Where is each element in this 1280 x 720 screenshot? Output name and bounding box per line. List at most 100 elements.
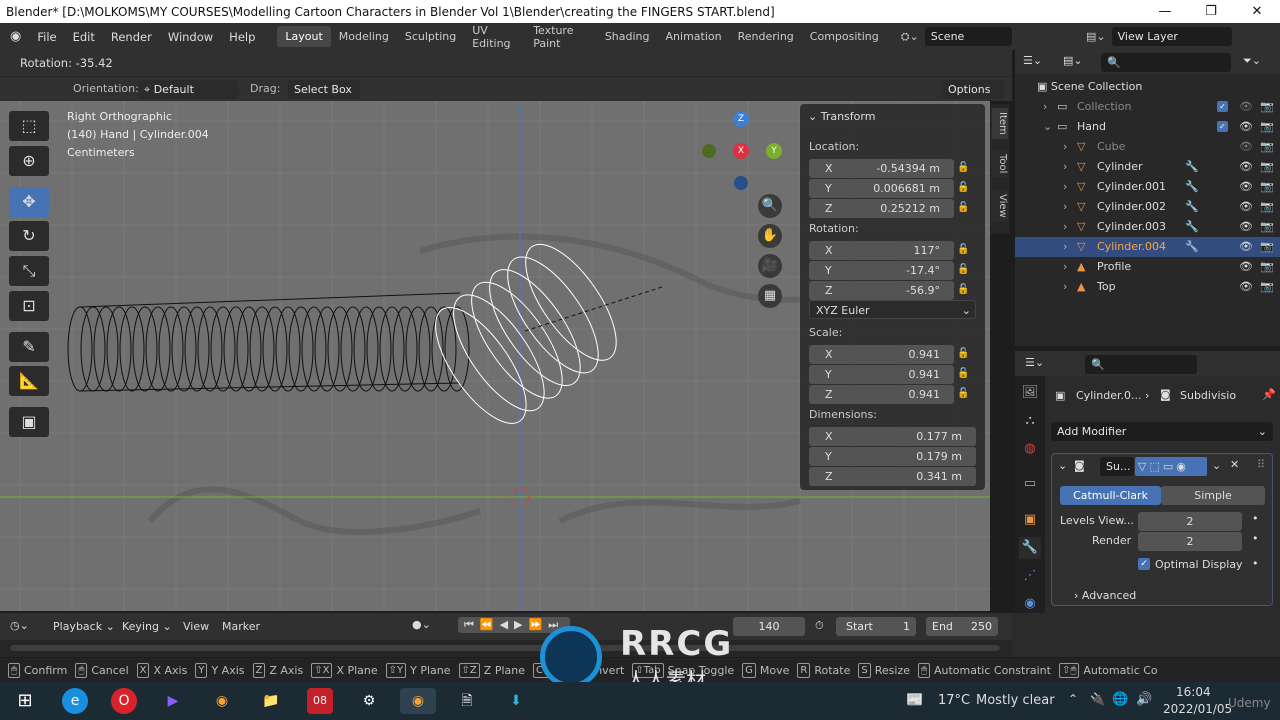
outliner-item[interactable]: › ▲ Profile 👁 📷 xyxy=(1015,257,1280,277)
scale-z-field[interactable]: Z 0.941 xyxy=(809,385,954,404)
outliner-item[interactable]: › ▽ Cylinder.001 🔧 👁 📷 xyxy=(1015,177,1280,197)
simple-button[interactable]: Simple xyxy=(1161,486,1265,505)
file-explorer-icon[interactable]: 📁 xyxy=(258,688,284,714)
ortho-grid-icon[interactable]: ▦ xyxy=(758,284,782,308)
editor-type-icon[interactable]: ☰⌄ xyxy=(1025,356,1044,369)
visibility-eye-icon[interactable]: 👁 xyxy=(1239,117,1253,137)
keyframe-dot-icon[interactable]: • xyxy=(1252,557,1259,570)
lock-icon[interactable]: 🔓 xyxy=(957,182,969,193)
modifier-toggle-icons[interactable]: ▽⬚▭◉ xyxy=(1135,457,1207,476)
expand-arrow-icon[interactable]: › xyxy=(1063,217,1067,237)
outliner-item[interactable]: › ▽ Cylinder 🔧 👁 📷 xyxy=(1015,157,1280,177)
menu-window[interactable]: Window xyxy=(160,30,221,44)
outliner-item[interactable]: › ▽ Cylinder.003 🔧 👁 📷 xyxy=(1015,217,1280,237)
outliner-item[interactable]: › ▭ Collection ✓ 👁 📷 xyxy=(1015,97,1280,117)
tab-texture-paint[interactable]: Texture Paint xyxy=(525,20,597,54)
scale-tool-icon[interactable]: ⤡ xyxy=(9,256,49,286)
expand-arrow-icon[interactable]: › xyxy=(1063,137,1067,157)
dimensions-z-field[interactable]: Z 0.341 m xyxy=(809,467,976,486)
news-icon[interactable]: 📰 xyxy=(906,692,923,708)
render-camera-icon[interactable]: 📷 xyxy=(1260,197,1274,217)
tab-compositing[interactable]: Compositing xyxy=(802,26,887,47)
tab-modeling[interactable]: Modeling xyxy=(331,26,397,47)
keyframe-dot-icon[interactable]: • xyxy=(1252,532,1259,545)
media-player-icon[interactable]: ▶ xyxy=(160,688,186,714)
installer-icon[interactable]: ⬇ xyxy=(503,688,529,714)
expand-arrow-icon[interactable]: › xyxy=(1063,277,1067,297)
options-dropdown[interactable]: Options xyxy=(942,80,1004,99)
tab-shading[interactable]: Shading xyxy=(597,26,658,47)
modifier-menu-chevron-icon[interactable]: ⌄ xyxy=(1212,459,1221,472)
lock-icon[interactable]: 🔓 xyxy=(957,244,969,255)
sidebar-tab-tool[interactable]: Tool xyxy=(992,150,1008,178)
lock-icon[interactable]: 🔓 xyxy=(957,162,969,173)
render-camera-icon[interactable]: 📷 xyxy=(1260,97,1274,117)
blender-active-icon[interactable]: ◉ xyxy=(400,688,436,714)
edge-icon[interactable]: e xyxy=(62,688,88,714)
playback-menu[interactable]: Playback ⌄ xyxy=(53,620,115,633)
preview-range-icon[interactable]: ⏱ xyxy=(815,619,824,633)
current-frame-field[interactable]: 140 xyxy=(733,617,805,636)
tab-sculpting[interactable]: Sculpting xyxy=(397,26,464,47)
timeline-view-menu[interactable]: View xyxy=(183,620,209,633)
opera-icon[interactable]: O xyxy=(111,688,137,714)
location-x-field[interactable]: X -0.54394 m xyxy=(809,159,954,178)
transform-tool-icon[interactable]: ⊡ xyxy=(9,291,49,321)
clock-date[interactable]: 2022/01/05 xyxy=(1163,702,1232,716)
modifier-wrench-icon[interactable]: 🔧 xyxy=(1185,177,1199,197)
keyframe-dot-icon[interactable]: • xyxy=(1252,512,1259,525)
render-camera-icon[interactable]: 📷 xyxy=(1260,137,1274,157)
properties-search-input[interactable]: 🔍 xyxy=(1085,355,1197,374)
timeline-scrollbar[interactable] xyxy=(0,640,1012,657)
tab-uv-editing[interactable]: UV Editing xyxy=(464,20,525,54)
filter-icon[interactable]: ⏷⌄ xyxy=(1243,54,1261,68)
world-tab-icon[interactable]: ◍ xyxy=(1019,438,1041,460)
modifier-wrench-icon[interactable]: 🔧 xyxy=(1185,197,1199,217)
pan-hand-icon[interactable]: ✋ xyxy=(758,224,782,248)
visibility-eye-icon[interactable]: 👁 xyxy=(1239,137,1253,157)
menu-edit[interactable]: Edit xyxy=(65,30,103,44)
select-box-tool-icon[interactable]: ⬚ xyxy=(9,111,49,141)
lock-icon[interactable]: 🔓 xyxy=(957,284,969,295)
clock-time[interactable]: 16:04 xyxy=(1176,685,1211,699)
scale-x-field[interactable]: X 0.941 xyxy=(809,345,954,364)
expand-arrow-icon[interactable]: › xyxy=(1063,157,1067,177)
measure-tool-icon[interactable]: 📐 xyxy=(9,366,49,396)
sidebar-tab-view[interactable]: View xyxy=(992,190,1008,222)
app-icon[interactable]: 08 xyxy=(307,688,333,714)
outliner-item[interactable]: › ▲ Top 👁 📷 xyxy=(1015,277,1280,297)
settings-icon[interactable]: ⚙ xyxy=(356,688,382,714)
rotation-mode-dropdown[interactable]: XYZ Euler ⌄ xyxy=(809,300,976,319)
render-levels-field[interactable]: 2 xyxy=(1138,532,1242,551)
expand-arrow-icon[interactable]: › xyxy=(1063,197,1067,217)
cursor-tool-icon[interactable]: ⊕ xyxy=(9,146,49,176)
expand-arrow-icon[interactable]: › xyxy=(1063,237,1067,257)
include-checkbox[interactable]: ✓ xyxy=(1217,101,1228,112)
tab-animation[interactable]: Animation xyxy=(658,26,730,47)
close-button[interactable]: ✕ xyxy=(1234,0,1280,23)
visibility-eye-icon[interactable]: 👁 xyxy=(1239,237,1253,257)
view-layer-selector[interactable]: View Layer xyxy=(1111,27,1232,46)
location-z-field[interactable]: Z 0.25212 m xyxy=(809,199,954,218)
tray-chevron-icon[interactable]: ⌃ xyxy=(1068,692,1078,706)
visibility-eye-icon[interactable]: 👁 xyxy=(1239,217,1253,237)
add-modifier-dropdown[interactable]: Add Modifier ⌄ xyxy=(1051,422,1273,441)
object-tab-icon[interactable]: ▣ xyxy=(1019,509,1041,531)
weather-temp[interactable]: 17°C xyxy=(938,693,970,708)
move-tool-icon[interactable]: ✥ xyxy=(9,187,49,217)
rotation-y-field[interactable]: Y -17.4° xyxy=(809,261,954,280)
gizmo-neg-y[interactable] xyxy=(702,144,716,158)
advanced-subpanel[interactable]: › Advanced xyxy=(1074,589,1136,602)
visibility-eye-icon[interactable]: 👁 xyxy=(1239,257,1253,277)
expand-arrow-icon[interactable]: › xyxy=(1043,97,1047,117)
dimensions-y-field[interactable]: Y 0.179 m xyxy=(809,447,976,466)
expand-arrow-icon[interactable]: › xyxy=(1063,257,1067,277)
gizmo-y-axis[interactable]: Y xyxy=(766,143,782,159)
rotation-x-field[interactable]: X 117° xyxy=(809,241,954,260)
catmull-clark-button[interactable]: Catmull-Clark xyxy=(1060,486,1161,505)
network-icon[interactable]: 🌐 xyxy=(1112,692,1128,707)
minimize-button[interactable]: — xyxy=(1142,0,1188,23)
lock-icon[interactable]: 🔓 xyxy=(957,368,969,379)
pin-icon[interactable]: 📌 xyxy=(1262,388,1276,401)
weather-text[interactable]: Mostly clear xyxy=(976,693,1055,708)
